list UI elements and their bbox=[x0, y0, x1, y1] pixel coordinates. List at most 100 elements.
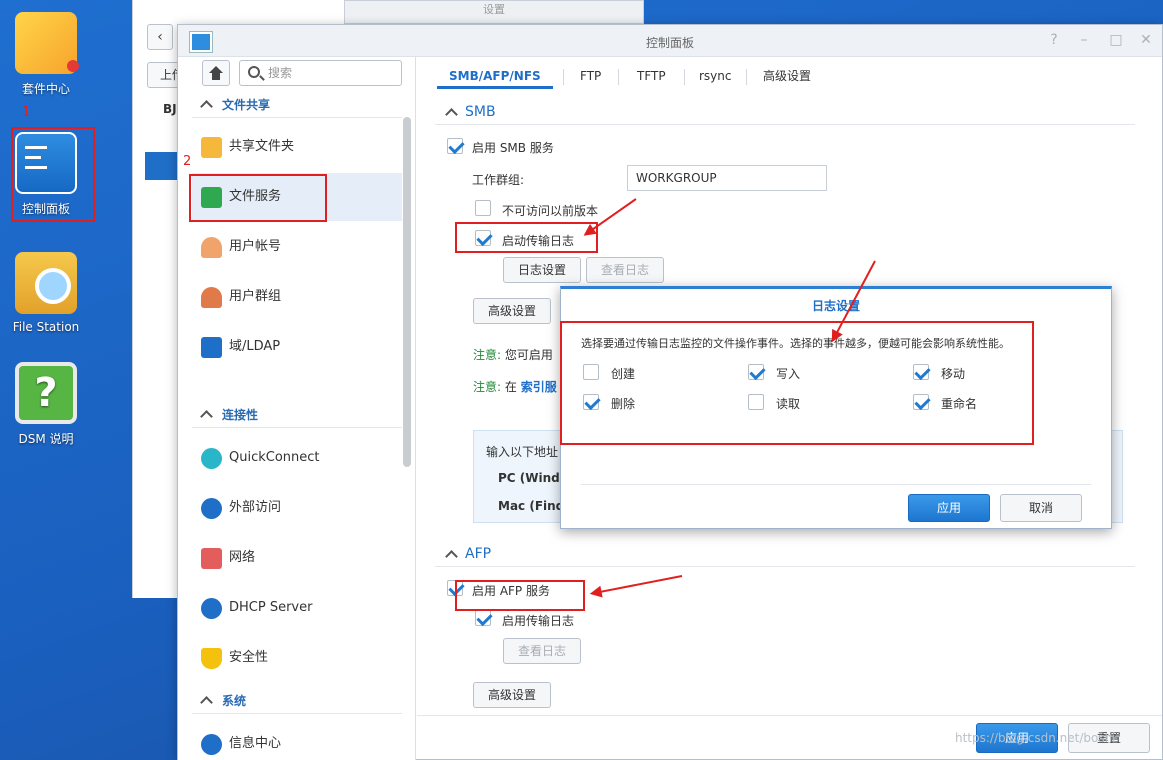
domain-icon bbox=[201, 337, 222, 358]
watermark: https://blog.csdn.net/boshi bbox=[955, 731, 1116, 745]
search-input[interactable] bbox=[268, 64, 396, 82]
tab-tftp[interactable]: TFTP bbox=[625, 63, 678, 89]
dialog-title: 日志设置 bbox=[811, 299, 860, 313]
minimize-button[interactable]: – bbox=[1076, 32, 1092, 48]
annotation-step-2: 2 bbox=[183, 154, 192, 169]
smb-enable-checkbox[interactable] bbox=[447, 138, 463, 154]
smb-note-1: 注意: 您可启用 bbox=[473, 348, 553, 362]
tab-bar: SMB/AFP/NFS FTP TFTP rsync 高级设置 bbox=[435, 57, 1163, 91]
annotation-box-file-services bbox=[189, 174, 327, 222]
sidebar-item-user[interactable]: 用户帐号 bbox=[192, 223, 402, 271]
background-window-title: 设置 bbox=[344, 0, 644, 24]
dialog-cancel-button[interactable]: 取消 bbox=[1000, 494, 1082, 522]
annotation-box-smb-transfer-log bbox=[455, 222, 598, 253]
search-icon bbox=[248, 66, 260, 78]
sidebar-item-label: 信息中心 bbox=[229, 736, 282, 751]
sidebar-item-network[interactable]: 网络 bbox=[192, 534, 402, 582]
shared-folder-icon bbox=[201, 137, 222, 158]
no-prev-versions-checkbox[interactable] bbox=[475, 200, 491, 216]
sidebar-item-external-access[interactable]: 外部访问 bbox=[192, 484, 402, 532]
afp-section-title[interactable]: AFP bbox=[435, 541, 1135, 567]
afp-view-log-button[interactable]: 查看日志 bbox=[503, 638, 581, 664]
section-connectivity[interactable]: 连接性 bbox=[192, 402, 402, 428]
section-system[interactable]: 系统 bbox=[192, 688, 402, 714]
desktop-icon-label: File Station bbox=[12, 320, 80, 334]
tab-advanced[interactable]: 高级设置 bbox=[751, 63, 823, 89]
back-button[interactable]: ‹ bbox=[147, 24, 173, 50]
sidebar-item-label: DHCP Server bbox=[229, 600, 313, 615]
sidebar: 文件共享 共享文件夹 文件服务 用户帐号 用户群组 域/LDAP 连接性 Qui… bbox=[178, 57, 416, 760]
sidebar-item-label: 用户群组 bbox=[229, 289, 282, 304]
sidebar-item-quickconnect[interactable]: QuickConnect bbox=[192, 434, 402, 482]
smb-note-2: 注意: 在 索引服 bbox=[473, 380, 557, 394]
afp-transfer-log-label: 启用传输日志 bbox=[502, 614, 575, 628]
desktop-icon-label: 套件中心 bbox=[21, 82, 70, 96]
tab-smb-afp-nfs[interactable]: SMB/AFP/NFS bbox=[437, 63, 553, 89]
sidebar-item-shared-folder[interactable]: 共享文件夹 bbox=[192, 123, 402, 171]
tab-separator bbox=[684, 69, 685, 85]
group-icon bbox=[201, 287, 222, 308]
info-mac: Mac (Find bbox=[498, 499, 565, 513]
sidebar-item-label: 共享文件夹 bbox=[229, 139, 295, 154]
dhcp-icon bbox=[201, 598, 222, 619]
workgroup-label: 工作群组: bbox=[472, 173, 525, 187]
globe-icon bbox=[201, 498, 222, 519]
log-settings-button[interactable]: 日志设置 bbox=[503, 257, 581, 283]
close-button[interactable]: ✕ bbox=[1138, 32, 1154, 48]
annotation-box-control-panel bbox=[11, 127, 95, 222]
afp-advanced-button[interactable]: 高级设置 bbox=[473, 682, 551, 708]
tab-rsync[interactable]: rsync bbox=[687, 63, 744, 89]
file-station-icon bbox=[15, 252, 77, 314]
sidebar-item-group[interactable]: 用户群组 bbox=[192, 273, 402, 321]
window-titlebar[interactable]: 控制面板 ? – □ ✕ bbox=[178, 25, 1162, 57]
shield-icon bbox=[201, 648, 222, 669]
sidebar-item-domain-ldap[interactable]: 域/LDAP bbox=[192, 323, 402, 371]
search-box[interactable] bbox=[239, 60, 402, 86]
indexing-link[interactable]: 索引服 bbox=[521, 380, 557, 394]
no-prev-versions-label: 不可访问以前版本 bbox=[502, 204, 599, 218]
window-title: 控制面板 bbox=[645, 36, 694, 50]
afp-transfer-log-checkbox[interactable] bbox=[475, 610, 491, 626]
sidebar-item-label: 安全性 bbox=[229, 650, 269, 665]
package-center-icon bbox=[15, 12, 79, 74]
desktop-icon-file-station[interactable]: File Station bbox=[0, 252, 92, 334]
tree-root-label[interactable]: BJ bbox=[163, 102, 177, 116]
sidebar-item-label: QuickConnect bbox=[229, 450, 320, 465]
dialog-apply-button[interactable]: 应用 bbox=[908, 494, 990, 522]
help-button[interactable]: ? bbox=[1046, 32, 1062, 48]
smb-enable-label: 启用 SMB 服务 bbox=[472, 141, 554, 155]
help-icon: ? bbox=[15, 362, 77, 424]
desktop-icon-label: DSM 说明 bbox=[18, 432, 74, 446]
sidebar-item-label: 外部访问 bbox=[229, 500, 282, 515]
quickconnect-icon bbox=[201, 448, 222, 469]
sidebar-item-label: 用户帐号 bbox=[229, 239, 282, 254]
smb-section-title[interactable]: SMB bbox=[435, 99, 1135, 125]
sidebar-item-info-center[interactable]: 信息中心 bbox=[192, 720, 402, 760]
desktop-icon-package-center[interactable]: 套件中心 bbox=[0, 12, 92, 97]
sidebar-item-security[interactable]: 安全性 bbox=[192, 634, 402, 682]
sidebar-item-label: 网络 bbox=[229, 550, 256, 565]
workgroup-input[interactable] bbox=[627, 165, 827, 191]
annotation-box-afp-transfer-log bbox=[455, 580, 585, 611]
info-lead: 输入以下地址 bbox=[486, 445, 559, 459]
tab-separator bbox=[618, 69, 619, 85]
desktop-icon-dsm-help[interactable]: ? DSM 说明 bbox=[0, 362, 92, 447]
sidebar-scrollbar[interactable] bbox=[403, 117, 411, 467]
annotation-box-dialog-options bbox=[560, 321, 1034, 445]
annotation-step-1: 1 bbox=[22, 105, 31, 120]
dialog-divider bbox=[581, 484, 1091, 485]
info-pc: PC (Wind bbox=[498, 471, 560, 485]
smb-view-log-button[interactable]: 查看日志 bbox=[586, 257, 664, 283]
network-icon bbox=[201, 548, 222, 569]
home-button[interactable] bbox=[202, 60, 230, 86]
user-icon bbox=[201, 237, 222, 258]
info-icon bbox=[201, 734, 222, 755]
tab-separator bbox=[746, 69, 747, 85]
maximize-button[interactable]: □ bbox=[1108, 32, 1124, 48]
tab-ftp[interactable]: FTP bbox=[568, 63, 613, 89]
smb-advanced-button[interactable]: 高级设置 bbox=[473, 298, 551, 324]
sidebar-item-label: 域/LDAP bbox=[229, 339, 281, 354]
footer-divider bbox=[417, 715, 1162, 716]
section-file-sharing[interactable]: 文件共享 bbox=[192, 92, 402, 118]
sidebar-item-dhcp-server[interactable]: DHCP Server bbox=[192, 584, 402, 632]
